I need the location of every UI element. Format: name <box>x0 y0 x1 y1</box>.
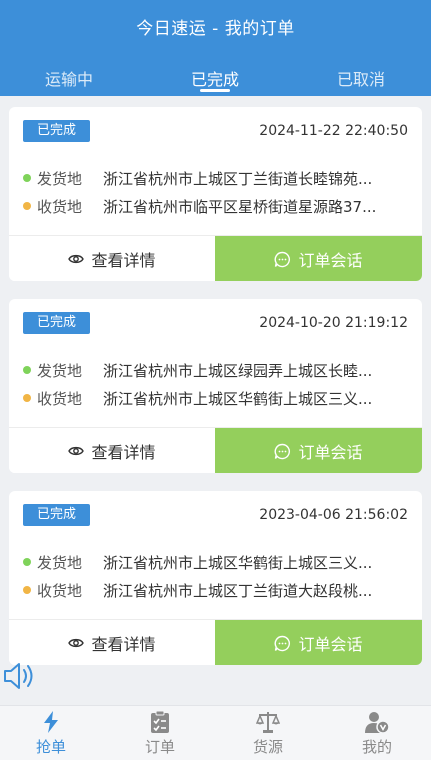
app-header: 今日速运 - 我的订单 运输中 已完成 已取消 <box>0 0 431 96</box>
eye-icon <box>68 253 85 265</box>
order-time: 2024-10-20 21:19:12 <box>259 315 408 331</box>
card-actions: 查看详情 订单会话 <box>9 235 422 281</box>
from-address: 浙江省杭州市上城区绿园弄上城区长睦... <box>103 362 373 380</box>
chat-bubble-icon <box>274 635 291 652</box>
view-details-button[interactable]: 查看详情 <box>9 428 215 473</box>
status-badge: 已完成 <box>23 312 90 334</box>
to-address-row: 收货地 浙江省杭州市上城区丁兰街道大赵段桃... <box>23 580 408 600</box>
from-address: 浙江省杭州市上城区华鹤街上城区三义... <box>103 554 373 572</box>
to-dot-icon <box>23 586 31 594</box>
order-card: 已完成 2024-11-22 22:40:50 发货地 浙江省杭州市上城区丁兰街… <box>9 107 422 281</box>
from-address-row: 发货地 浙江省杭州市上城区绿园弄上城区长睦... <box>23 360 408 380</box>
nav-grab-orders[interactable]: 抢单 <box>11 710 91 757</box>
order-chat-button[interactable]: 订单会话 <box>215 236 422 281</box>
page-title: 今日速运 - 我的订单 <box>136 19 295 39</box>
from-address-row: 发货地 浙江省杭州市上城区丁兰街道长睦锦苑... <box>23 168 408 188</box>
from-dot-icon <box>23 174 31 182</box>
card-actions: 查看详情 订单会话 <box>9 427 422 473</box>
order-chat-label: 订单会话 <box>298 251 363 270</box>
card-actions: 查看详情 订单会话 <box>9 619 422 665</box>
active-tab-indicator <box>200 89 230 92</box>
nav-label: 抢单 <box>35 738 66 756</box>
to-label: 收货地 <box>37 582 83 600</box>
nav-orders[interactable]: 订单 <box>120 710 200 757</box>
order-list[interactable]: 已完成 2024-11-22 22:40:50 发货地 浙江省杭州市上城区丁兰街… <box>0 96 431 705</box>
scale-icon <box>228 710 308 734</box>
tab-completed[interactable]: 已完成 <box>191 66 239 90</box>
nav-mine[interactable]: 我的 <box>337 710 417 757</box>
status-badge: 已完成 <box>23 120 90 142</box>
order-time: 2024-11-22 22:40:50 <box>259 123 408 139</box>
to-address: 浙江省杭州市上城区华鹤街上城区三义... <box>103 390 373 408</box>
eye-icon <box>68 637 85 649</box>
clipboard-icon <box>120 710 200 734</box>
tab-in-transit[interactable]: 运输中 <box>45 66 93 90</box>
nav-label: 订单 <box>144 738 175 756</box>
to-label: 收货地 <box>37 198 83 216</box>
nav-cargo-source[interactable]: 货源 <box>228 710 308 757</box>
view-details-button[interactable]: 查看详情 <box>9 620 215 665</box>
order-time: 2023-04-06 21:56:02 <box>259 507 408 523</box>
order-chat-button[interactable]: 订单会话 <box>215 428 422 473</box>
tab-cancelled[interactable]: 已取消 <box>337 66 385 90</box>
nav-label: 货源 <box>252 738 283 756</box>
from-label: 发货地 <box>37 362 83 380</box>
to-dot-icon <box>23 202 31 210</box>
eye-icon <box>68 445 85 457</box>
nav-label: 我的 <box>361 738 392 756</box>
from-label: 发货地 <box>37 554 83 572</box>
bottom-nav: 抢单 订单 货源 我的 <box>0 705 431 760</box>
status-badge: 已完成 <box>23 504 90 526</box>
from-label: 发货地 <box>37 170 83 188</box>
order-chat-button[interactable]: 订单会话 <box>215 620 422 665</box>
to-address: 浙江省杭州市上城区丁兰街道大赵段桃... <box>103 582 373 600</box>
from-address-row: 发货地 浙江省杭州市上城区华鹤街上城区三义... <box>23 552 408 572</box>
from-address: 浙江省杭州市上城区丁兰街道长睦锦苑... <box>103 170 373 188</box>
to-label: 收货地 <box>37 390 83 408</box>
to-address-row: 收货地 浙江省杭州市临平区星桥街道星源路37... <box>23 196 408 216</box>
speaker-icon[interactable] <box>2 660 38 692</box>
status-tabs: 运输中 已完成 已取消 <box>0 62 431 96</box>
user-icon <box>337 710 417 734</box>
from-dot-icon <box>23 558 31 566</box>
from-dot-icon <box>23 366 31 374</box>
chat-bubble-icon <box>274 251 291 268</box>
order-card: 已完成 2024-10-20 21:19:12 发货地 浙江省杭州市上城区绿园弄… <box>9 299 422 473</box>
order-chat-label: 订单会话 <box>298 443 363 462</box>
chat-bubble-icon <box>274 443 291 460</box>
view-details-label: 查看详情 <box>91 635 156 654</box>
order-chat-label: 订单会话 <box>298 635 363 654</box>
to-address-row: 收货地 浙江省杭州市上城区华鹤街上城区三义... <box>23 388 408 408</box>
lightning-icon <box>11 710 91 734</box>
order-card: 已完成 2023-04-06 21:56:02 发货地 浙江省杭州市上城区华鹤街… <box>9 491 422 665</box>
view-details-button[interactable]: 查看详情 <box>9 236 215 281</box>
view-details-label: 查看详情 <box>91 443 156 462</box>
view-details-label: 查看详情 <box>91 251 156 270</box>
to-dot-icon <box>23 394 31 402</box>
to-address: 浙江省杭州市临平区星桥街道星源路37... <box>103 198 377 216</box>
